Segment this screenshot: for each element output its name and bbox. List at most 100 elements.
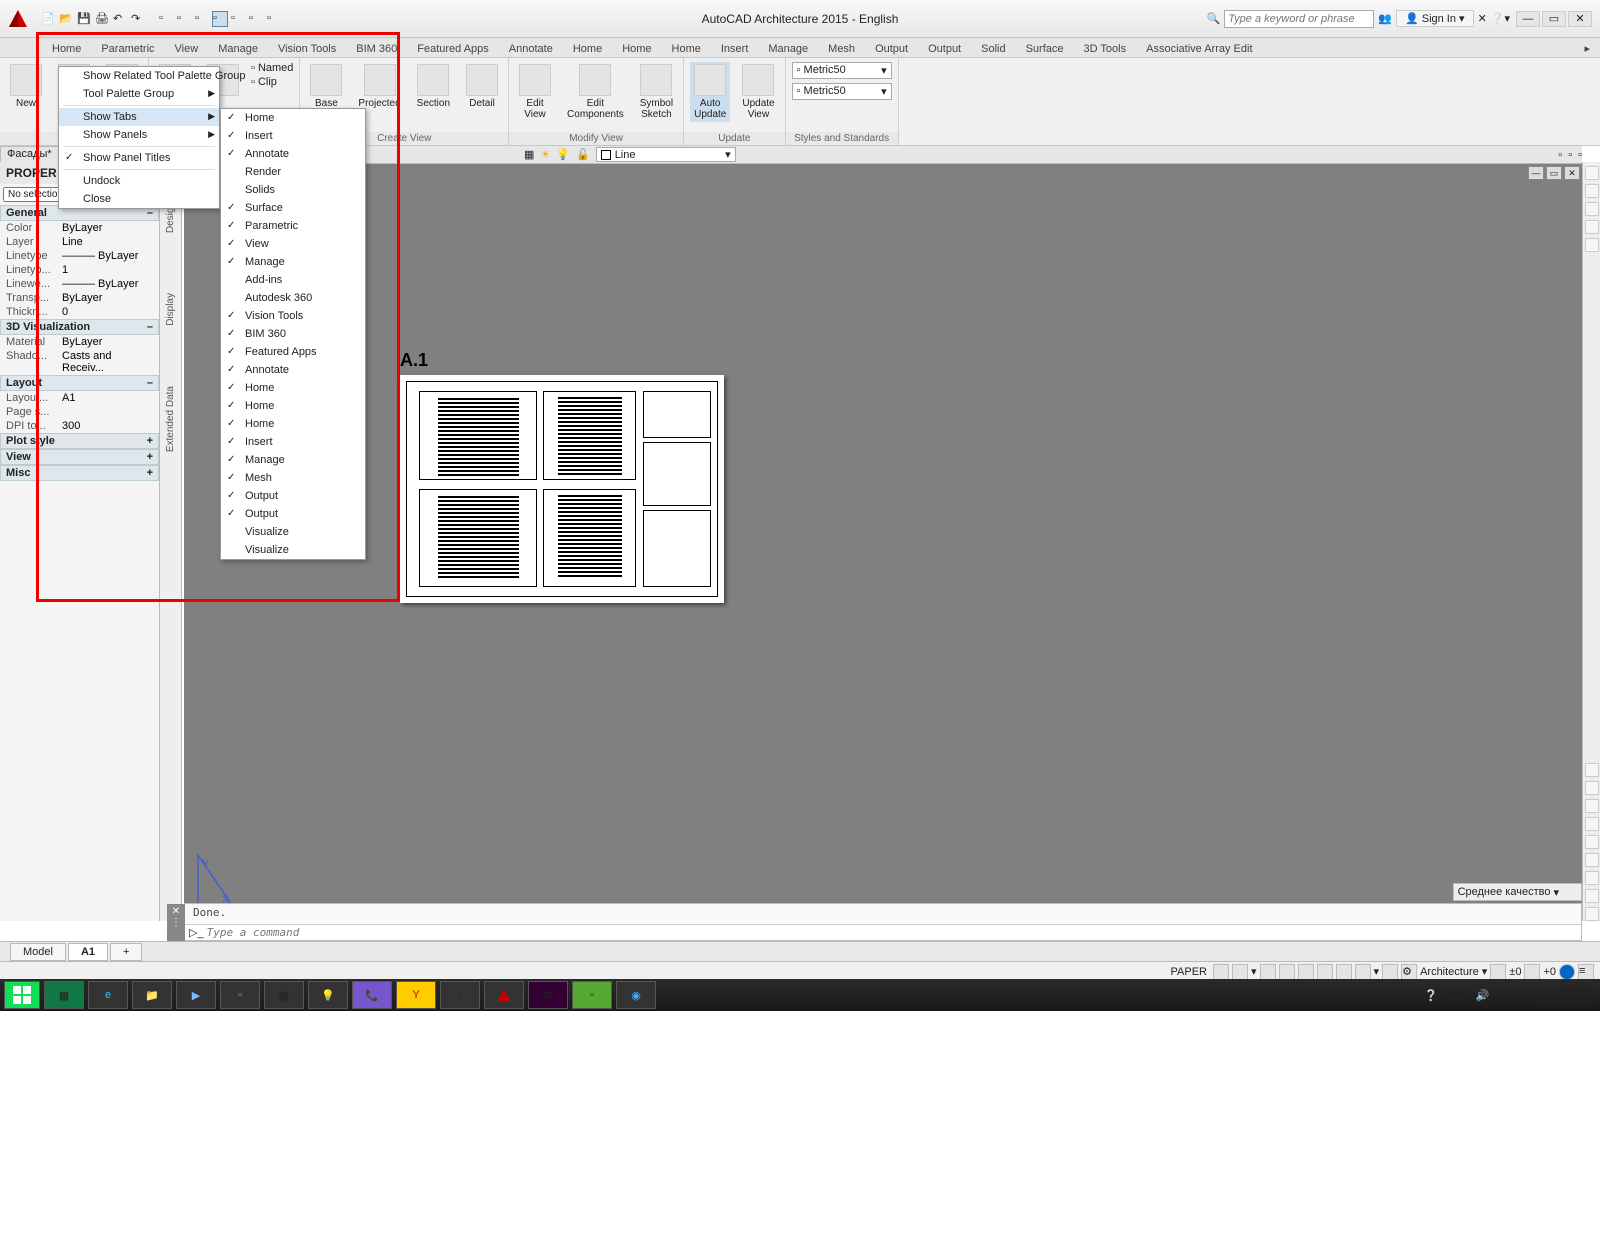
qat-icon[interactable]: ▫ — [194, 11, 210, 27]
maximize-button[interactable]: ▭ — [1542, 11, 1566, 27]
menu-item[interactable]: Home✓ — [221, 397, 365, 415]
layer-dropdown[interactable]: Line▾ — [596, 147, 736, 162]
menu-item[interactable]: BIM 360✓ — [221, 325, 365, 343]
status-icon[interactable] — [1559, 964, 1575, 980]
nav-icon[interactable] — [1585, 238, 1599, 252]
property-category[interactable]: Layout– — [0, 375, 159, 391]
property-category[interactable]: 3D Visualization– — [0, 319, 159, 335]
ribbon-tab[interactable]: Solid — [971, 41, 1015, 57]
tray-icon[interactable]: ▫ — [1495, 989, 1499, 1001]
menu-item[interactable]: Vision Tools✓ — [221, 307, 365, 325]
new-icon[interactable]: 📄 — [40, 11, 56, 27]
tool-icon[interactable] — [1585, 781, 1599, 795]
layout-add-button[interactable]: + — [110, 943, 142, 961]
taskbar-app[interactable]: ⚙ — [528, 981, 568, 1009]
status-paper[interactable]: PAPER — [1171, 966, 1207, 978]
property-row[interactable]: Page s... — [0, 405, 159, 419]
ribbon-tab[interactable]: Featured Apps — [407, 41, 499, 57]
app-icon[interactable] — [6, 7, 30, 31]
ribbon-tab[interactable]: Home — [42, 41, 91, 57]
property-row[interactable]: Thickn...0 — [0, 305, 159, 319]
ribbon-button[interactable]: Section — [413, 62, 454, 111]
menu-item[interactable]: Add-ins — [221, 271, 365, 289]
status-icon[interactable] — [1524, 964, 1540, 980]
close-button[interactable]: ✕ — [1568, 11, 1592, 27]
layout-tab[interactable]: Model — [10, 943, 66, 961]
help-icon[interactable]: ❔▾ — [1491, 12, 1510, 25]
status-icon[interactable] — [1355, 964, 1371, 980]
drawing-area[interactable]: — ▭ ✕ — [184, 164, 1582, 921]
menu-item[interactable]: Insert✓ — [221, 433, 365, 451]
status-icon[interactable] — [1317, 964, 1333, 980]
property-row[interactable]: Transp...ByLayer — [0, 291, 159, 305]
menu-item[interactable]: Output✓ — [221, 487, 365, 505]
tray-lang[interactable]: RU — [1402, 989, 1418, 1001]
ribbon-tab[interactable]: Surface — [1016, 41, 1074, 57]
ribbon-button[interactable]: New — [6, 62, 46, 111]
tray-icon[interactable]: 🔊 — [1476, 989, 1490, 1002]
qat-icon[interactable]: ▫ — [158, 11, 174, 27]
menu-item[interactable]: Solids — [221, 181, 365, 199]
property-category[interactable]: View+ — [0, 449, 159, 465]
menu-item[interactable]: Show Panels▶ — [59, 126, 219, 144]
toolbar-icon[interactable]: ▫ — [1568, 149, 1572, 161]
property-row[interactable]: Layout...A1 — [0, 391, 159, 405]
toolbar-icon[interactable]: ▫ — [1578, 149, 1582, 161]
ribbon-tab[interactable]: Output — [865, 41, 918, 57]
ribbon-button[interactable]: Detail — [462, 62, 502, 111]
status-menu-icon[interactable]: ≡ — [1578, 964, 1594, 980]
ribbon-button[interactable]: SymbolSketch — [636, 62, 677, 122]
menu-item[interactable]: Tool Palette Group▶ — [59, 85, 219, 103]
taskbar-viber[interactable]: 📞 — [352, 981, 392, 1009]
ribbon-tab[interactable]: Insert — [711, 41, 759, 57]
property-row[interactable]: LayerLine — [0, 235, 159, 249]
tool-icon[interactable] — [1585, 799, 1599, 813]
sun-icon[interactable]: ☀ — [540, 148, 550, 161]
tray-icon[interactable]: ▫ — [1525, 989, 1529, 1001]
taskbar-app[interactable]: ◉ — [616, 981, 656, 1009]
status-icon[interactable] — [1490, 964, 1506, 980]
menu-item[interactable]: Visualize — [221, 523, 365, 541]
property-category[interactable]: Plot style+ — [0, 433, 159, 449]
property-row[interactable]: ColorByLayer — [0, 221, 159, 235]
menu-item[interactable]: Manage✓ — [221, 253, 365, 271]
open-icon[interactable]: 📂 — [58, 11, 74, 27]
menu-item[interactable]: Surface✓ — [221, 199, 365, 217]
paper-sheet[interactable] — [400, 375, 724, 603]
nav-icon[interactable] — [1585, 220, 1599, 234]
property-category[interactable]: Misc+ — [0, 465, 159, 481]
menu-item[interactable]: Home✓ — [221, 109, 365, 127]
start-button[interactable] — [4, 981, 40, 1009]
menu-item[interactable]: Featured Apps✓ — [221, 343, 365, 361]
save-icon[interactable]: 💾 — [76, 11, 92, 27]
layer-icon[interactable]: ▦ — [524, 148, 534, 161]
menu-item[interactable]: Output✓ — [221, 505, 365, 523]
property-row[interactable]: Linewe...——— ByLayer — [0, 277, 159, 291]
taskbar-explorer[interactable]: 📁 — [132, 981, 172, 1009]
taskbar-autocad[interactable] — [484, 981, 524, 1009]
menu-item[interactable]: Home✓ — [221, 379, 365, 397]
command-close-button[interactable]: ✕⋮ — [167, 904, 185, 942]
print-icon[interactable]: 🖨 — [94, 11, 110, 27]
ribbon-tab[interactable]: Annotate — [499, 41, 563, 57]
doc-minimize-button[interactable]: — — [1528, 166, 1544, 180]
signin-button[interactable]: 👤 Sign In ▾ — [1396, 10, 1474, 27]
taskbar-app[interactable]: ▶ — [176, 981, 216, 1009]
palette-tab[interactable]: Extended Data — [165, 386, 176, 452]
menu-item[interactable]: Undock — [59, 172, 219, 190]
ribbon-button[interactable]: EditComponents — [563, 62, 628, 122]
search-input[interactable] — [1224, 10, 1374, 28]
menu-item[interactable]: Mesh✓ — [221, 469, 365, 487]
undo-icon[interactable]: ↶ — [112, 11, 128, 27]
elevation-2[interactable]: +0 — [1543, 966, 1556, 978]
doc-restore-button[interactable]: ▭ — [1546, 166, 1562, 180]
property-row[interactable]: MaterialByLayer — [0, 335, 159, 349]
ribbon-dropdown[interactable]: ▫ Metric50▾ — [792, 83, 892, 100]
redo-icon[interactable]: ↷ — [130, 11, 146, 27]
ribbon-dropdown[interactable]: ▫ Metric50▾ — [792, 62, 892, 79]
taskbar-ie[interactable]: e — [88, 981, 128, 1009]
taskbar-app[interactable]: ▦ — [264, 981, 304, 1009]
taskbar-app[interactable]: ▫ — [440, 981, 480, 1009]
lock-icon[interactable]: 🔓 — [576, 148, 590, 161]
menu-item[interactable]: Home✓ — [221, 415, 365, 433]
